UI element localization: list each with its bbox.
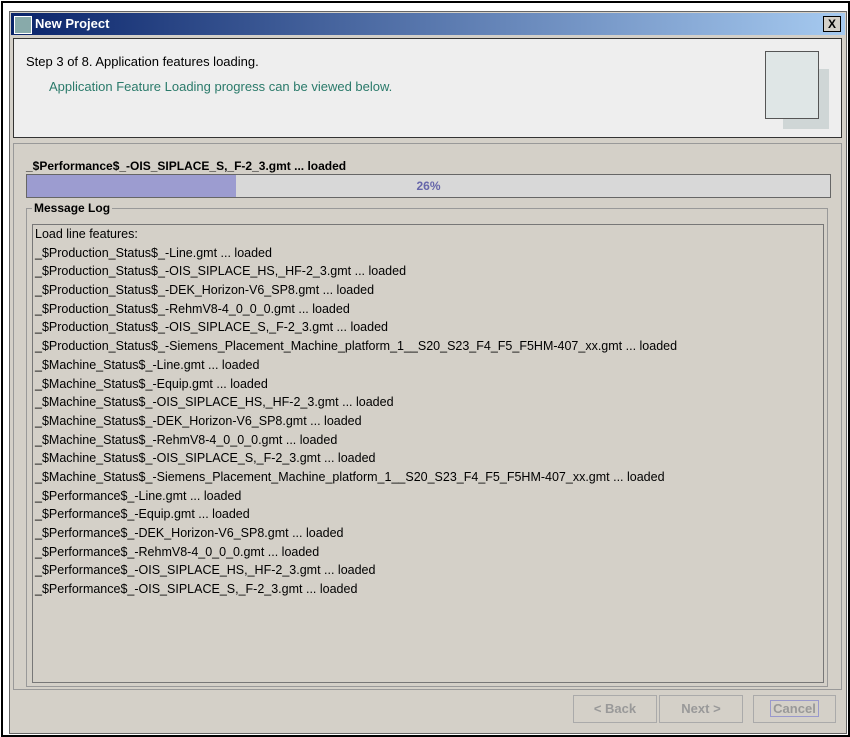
screenshot-frame: New Project X Step 3 of 8. Application f… (1, 1, 850, 737)
step-description: Application Feature Loading progress can… (49, 79, 393, 94)
next-button[interactable]: Next > (659, 695, 743, 723)
log-line: _$Machine_Status$_-OIS_SIPLACE_S,_F-2_3.… (35, 451, 376, 466)
log-line: _$Production_Status$_-Line.gmt ... loade… (35, 245, 272, 260)
log-line: _$Production_Status$_-OIS_SIPLACE_HS,_HF… (35, 264, 407, 279)
title-bar: New Project X (11, 13, 845, 35)
chart-report-icon (765, 51, 819, 119)
log-line: _$Performance$_-OIS_SIPLACE_HS,_HF-2_3.g… (35, 563, 376, 578)
close-button[interactable]: X (823, 16, 841, 32)
app-icon (14, 16, 32, 34)
wizard-header: Step 3 of 8. Application features loadin… (13, 38, 842, 138)
message-log-title: Message Log (32, 201, 113, 215)
progress-bar: 26% (26, 174, 831, 198)
message-log-group: Message Log Load line features: _$Product… (26, 201, 828, 687)
log-line: _$Machine_Status$_-Line.gmt ... loaded (35, 357, 260, 372)
step-label: Step 3 of 8. Application features loadin… (26, 54, 259, 69)
log-line: Load line features: (35, 227, 138, 241)
log-line: _$Production_Status$_-DEK_Horizon-V6_SP8… (35, 283, 375, 298)
progress-percent: 26% (416, 179, 441, 193)
log-line: _$Production_Status$_-Siemens_Placement_… (35, 339, 678, 354)
log-line: _$Performance$_-Line.gmt ... loaded (35, 488, 242, 503)
log-line: _$Production_Status$_-OIS_SIPLACE_S,_F-2… (35, 320, 388, 335)
cancel-button[interactable]: Cancel (753, 695, 836, 723)
log-line: _$Machine_Status$_-OIS_SIPLACE_HS,_HF-2_… (35, 395, 394, 410)
cancel-label: Cancel (770, 700, 819, 717)
new-project-dialog: New Project X Step 3 of 8. Application f… (9, 11, 847, 734)
back-button[interactable]: < Back (573, 695, 657, 723)
log-line: _$Machine_Status$_-RehmV8-4_0_0_0.gmt ..… (35, 432, 338, 447)
current-file-status: _$Performance$_-OIS_SIPLACE_S,_F-2_3.gmt… (26, 159, 347, 173)
log-line: _$Production_Status$_-RehmV8-4_0_0_0.gmt… (35, 301, 350, 316)
log-line: _$Performance$_-Equip.gmt ... loaded (35, 507, 250, 522)
log-line: _$Machine_Status$_-Equip.gmt ... loaded (35, 376, 268, 391)
log-line: _$Machine_Status$_-Siemens_Placement_Mac… (35, 469, 665, 484)
log-line: _$Machine_Status$_-DEK_Horizon-V6_SP8.gm… (35, 413, 362, 428)
log-line: _$Performance$_-RehmV8-4_0_0_0.gmt ... l… (35, 544, 320, 559)
message-log-list[interactable]: Load line features: _$Production_Status$_… (32, 224, 824, 683)
log-line: _$Performance$_-DEK_Horizon-V6_SP8.gmt .… (35, 526, 344, 540)
window-title: New Project (35, 16, 110, 31)
log-line: _$Performance$_-OIS_SIPLACE_S,_F-2_3.gmt… (35, 582, 358, 597)
content-panel: _$Performance$_-OIS_SIPLACE_S,_F-2_3.gmt… (13, 143, 842, 690)
